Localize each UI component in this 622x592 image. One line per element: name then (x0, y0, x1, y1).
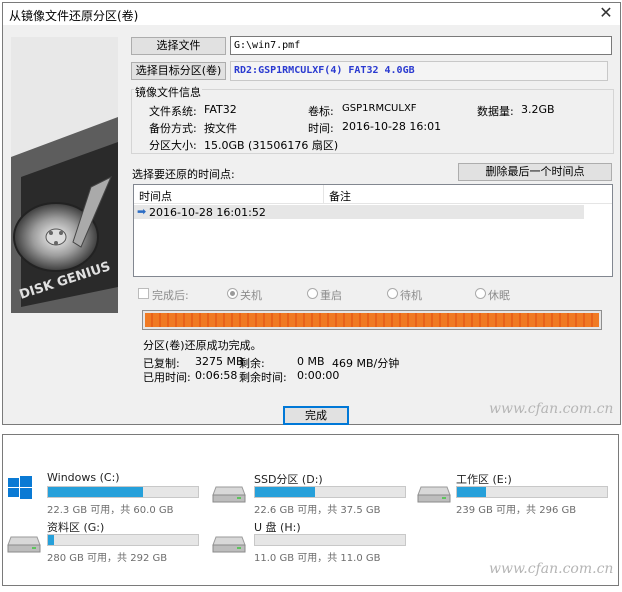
radio-restart[interactable] (307, 288, 318, 299)
eta-label: 剩余时间: (239, 371, 287, 384)
option-restart-label: 重启 (320, 289, 342, 302)
selected-arrow-icon: ➡ (137, 205, 147, 218)
dialog-content: DISK GENIUS 选择文件 G:\win7.pmf 选择目标分区(卷) R… (3, 25, 620, 425)
drive-g[interactable]: 资料区 (G:) 280 GB 可用，共 292 GB (3, 515, 203, 564)
file-path-field[interactable]: G:\win7.pmf (230, 36, 612, 55)
timepoint-header: 选择要还原的时间点: (132, 168, 235, 181)
drive-usage-bar (254, 486, 406, 498)
drive-h[interactable]: U 盘 (H:) 11.0 GB 可用，共 11.0 GB (208, 515, 408, 564)
radio-standby[interactable] (387, 288, 398, 299)
drive-space-info: 22.3 GB 可用，共 60.0 GB (47, 505, 174, 516)
status-text: 分区(卷)还原成功完成。 (143, 339, 262, 352)
hdd-icon (212, 536, 246, 553)
image-info-header: 镜像文件信息 (134, 84, 202, 100)
drives-panel: Windows (C:) 22.3 GB 可用，共 60.0 GB SSD分区 … (2, 434, 619, 586)
drive-name: 资料区 (G:) (47, 521, 105, 534)
close-icon[interactable]: ✕ (597, 4, 615, 22)
watermark: www.cfan.com.cn (489, 561, 614, 577)
data-amount-value: 3.2GB (521, 103, 555, 116)
after-complete-label: 完成后: (152, 289, 189, 302)
watermark: www.cfan.com.cn (489, 401, 614, 417)
select-file-button[interactable]: 选择文件 (131, 37, 226, 55)
drive-space-info: 239 GB 可用，共 296 GB (456, 505, 577, 516)
backup-method-value: 按文件 (204, 122, 237, 135)
partition-size-value: 15.0GB (31506176 扇区) (204, 139, 339, 152)
drive-space-info: 280 GB 可用，共 292 GB (47, 553, 168, 564)
copied-value: 3275 MB (195, 355, 244, 368)
after-complete-checkbox[interactable] (138, 288, 149, 299)
drive-usage-bar (47, 486, 199, 498)
drive-name: SSD分区 (D:) (254, 473, 323, 486)
drive-usage-bar (254, 534, 406, 546)
eta-value: 0:00:00 (297, 369, 340, 382)
fs-value: FAT32 (204, 103, 237, 116)
time-label: 时间: (308, 122, 334, 135)
table-header: 时间点 备注 (134, 185, 612, 204)
column-divider (323, 185, 324, 203)
partition-size-label: 分区大小: (149, 139, 197, 152)
hdd-icon (417, 486, 451, 503)
option-standby-label: 待机 (400, 289, 422, 302)
column-header-note[interactable]: 备注 (329, 188, 351, 204)
table-row[interactable]: ➡ 2016-10-28 16:01:52 (134, 205, 584, 219)
drive-space-info: 22.6 GB 可用，共 37.5 GB (254, 505, 381, 516)
fs-label: 文件系统: (149, 105, 197, 118)
data-amount-label: 数据量: (477, 105, 514, 118)
remaining-value: 0 MB (297, 355, 325, 368)
time-value: 2016-10-28 16:01 (342, 120, 442, 133)
elapsed-label: 已用时间: (143, 371, 191, 384)
delete-last-timepoint-button[interactable]: 删除最后一个时间点 (458, 163, 612, 181)
restore-dialog: 从镜像文件还原分区(卷) ✕ DISK GENIUS 选择文件 G:\win7.… (2, 2, 621, 425)
title-bar: 从镜像文件还原分区(卷) ✕ (3, 3, 620, 25)
volume-label: 卷标: (308, 105, 334, 118)
backup-method-label: 备份方式: (149, 122, 197, 135)
drive-e[interactable]: 工作区 (E:) 239 GB 可用，共 296 GB (413, 465, 613, 516)
hdd-icon (7, 536, 41, 553)
hdd-icon (212, 486, 246, 503)
radio-shutdown[interactable] (227, 288, 238, 299)
dialog-title: 从镜像文件还原分区(卷) (9, 9, 139, 23)
volume-value: GSP1RMCULXF (342, 103, 417, 114)
disk-genius-logo: DISK GENIUS (11, 37, 118, 313)
timepoint-table: 时间点 备注 ➡ 2016-10-28 16:01:52 (133, 184, 613, 277)
column-header-time[interactable]: 时间点 (139, 188, 172, 204)
windows-drive-icon (8, 476, 32, 499)
option-shutdown-label: 关机 (240, 289, 262, 302)
drive-c[interactable]: Windows (C:) 22.3 GB 可用，共 60.0 GB (3, 465, 203, 516)
elapsed-value: 0:06:58 (195, 369, 238, 382)
drive-usage-bar (47, 534, 199, 546)
drive-name: U 盘 (H:) (254, 521, 301, 534)
option-hibernate-label: 休眠 (488, 289, 510, 302)
drive-name: Windows (C:) (47, 471, 120, 484)
drive-name: 工作区 (E:) (456, 473, 512, 486)
radio-hibernate[interactable] (475, 288, 486, 299)
speed-value: 469 MB/分钟 (332, 357, 400, 370)
target-partition-field: RD2:GSP1RMCULXF(4) FAT32 4.0GB (230, 61, 608, 81)
row-time: 2016-10-28 16:01:52 (149, 206, 266, 219)
finish-button[interactable]: 完成 (283, 406, 349, 425)
progress-fill (145, 313, 599, 327)
drive-usage-bar (456, 486, 608, 498)
select-target-partition-button[interactable]: 选择目标分区(卷) (131, 62, 226, 80)
hard-disk-illustration: DISK GENIUS (11, 37, 118, 313)
drive-d[interactable]: SSD分区 (D:) 22.6 GB 可用，共 37.5 GB (208, 465, 408, 516)
restore-progress-bar (142, 310, 602, 330)
drive-space-info: 11.0 GB 可用，共 11.0 GB (254, 553, 381, 564)
